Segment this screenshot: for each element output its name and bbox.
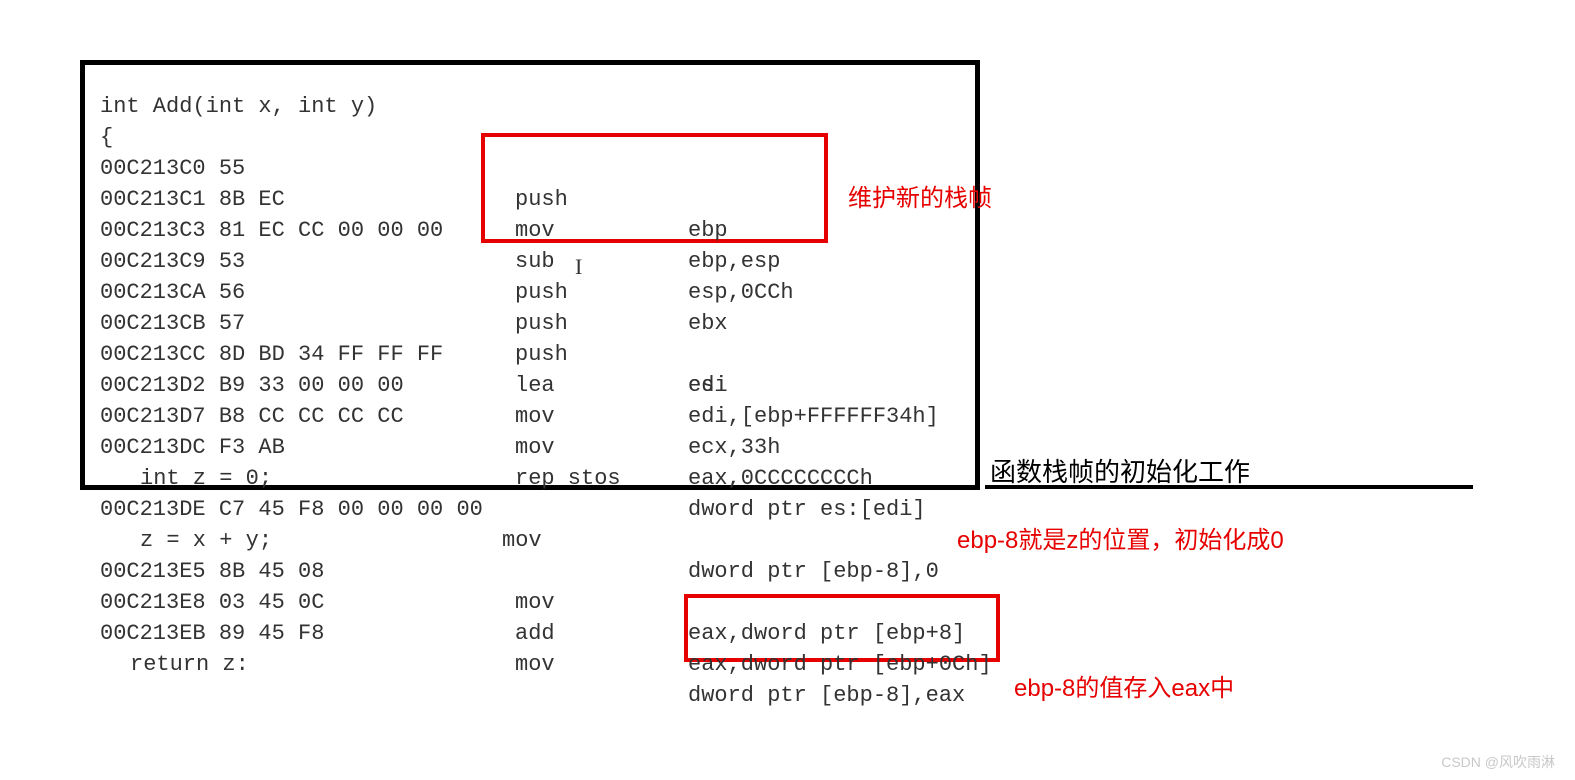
source-line: z = x + y; [80,494,1560,525]
annotation-new-frame: 维护新的栈帧 [848,178,992,213]
asm-row: 00C213C0 55 push ebp [80,122,1560,153]
brace-open: { [80,91,1560,122]
asm-row: 00C213C3 81 EC CC 00 00 00 sub esp,0CCh [80,184,1560,215]
asm-row: 00C213CB 57 push edi [80,277,1560,308]
asm-arg: dword ptr [ebp-8],eax [688,680,965,711]
asm-row: 00C213DC F3 AB rep stos dword ptr es:[ed… [80,401,1560,432]
disassembly-container: int Add(int x, int y) { 00C213C0 55 push… [80,60,1560,649]
asm-op: mov [515,649,555,680]
asm-row: 00C213E5 8B 45 08 mov eax,dword ptr [ebp… [80,525,1560,556]
function-signature: int Add(int x, int y) [80,60,1560,91]
asm-row: 00C213EB 89 45 F8 mov dword ptr [ebp-8],… [80,587,1560,618]
asm-row: 00C213E8 03 45 0C add eax,dword ptr [ebp… [80,556,1560,587]
source-line: return z: [80,618,1560,649]
asm-row: 00C213D2 B9 33 00 00 00 mov ecx,33h [80,339,1560,370]
annotation-z-init: ebp-8就是z的位置，初始化成0 [957,520,1284,555]
source-text: return z: [130,649,249,680]
annotation-init-work: 函数栈帧的初始化工作 [990,452,1250,489]
annotation-store-eax: ebp-8的值存入eax中 [1014,668,1234,703]
asm-row: 00C213D7 B8 CC CC CC CC mov eax,0CCCCCCC… [80,370,1560,401]
asm-row: 00C213DE C7 45 F8 00 00 00 00 mov dword … [80,463,1560,494]
asm-row: 00C213CC 8D BD 34 FF FF FF lea edi,[ebp+… [80,308,1560,339]
watermark: CSDN @风吹雨淋 [1441,752,1555,772]
source-line: int z = 0; [80,432,1560,463]
asm-row: 00C213C1 8B EC mov ebp,esp [80,153,1560,184]
asm-row: 00C213C9 53 push ebx [80,215,1560,246]
asm-row: 00C213CA 56 push I esi [80,246,1560,277]
asm-arg: eax,dword ptr [ebp+0Ch] [688,649,992,680]
